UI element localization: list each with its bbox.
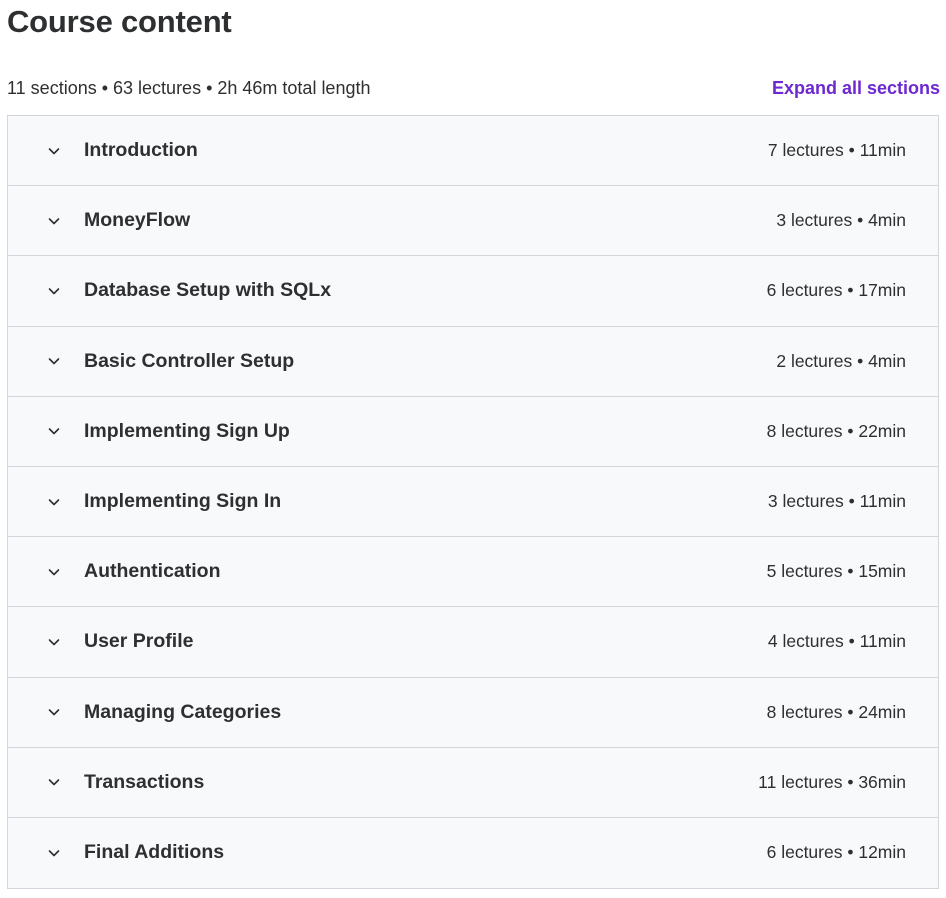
- course-summary-row: 11 sections • 63 lectures • 2h 46m total…: [7, 74, 940, 102]
- chevron-down-icon: [46, 774, 62, 790]
- chevron-down-icon: [46, 845, 62, 861]
- chevron-down-icon: [46, 143, 62, 159]
- chevron-down-icon: [46, 353, 62, 369]
- section-meta: 2 lectures • 4min: [776, 350, 906, 371]
- section-header[interactable]: MoneyFlow 3 lectures • 4min: [8, 186, 938, 257]
- section-title: Final Additions: [84, 841, 225, 864]
- section-header[interactable]: Database Setup with SQLx 6 lectures • 17m…: [8, 256, 938, 327]
- section-header[interactable]: Introduction 7 lectures • 11min: [8, 116, 938, 187]
- section-title: Transactions: [84, 770, 205, 793]
- chevron-down-icon: [46, 423, 62, 439]
- section-title: Database Setup with SQLx: [84, 279, 332, 302]
- page-title: Course content: [7, 4, 232, 39]
- chevron-down-icon: [46, 213, 62, 229]
- section-title: Basic Controller Setup: [84, 349, 295, 372]
- section-meta: 8 lectures • 24min: [766, 701, 906, 722]
- sections-list: Introduction 7 lectures • 11min MoneyFlow 3…: [7, 115, 939, 890]
- section-header[interactable]: Implementing Sign Up 8 lectures • 22min: [8, 396, 938, 467]
- section-title: User Profile: [84, 630, 194, 653]
- section-header[interactable]: Managing Categories 8 lectures • 24min: [8, 677, 938, 748]
- section-title: MoneyFlow: [84, 209, 191, 232]
- section-header[interactable]: Basic Controller Setup 2 lectures • 4min: [8, 326, 938, 397]
- section-title: Implementing Sign In: [84, 490, 282, 513]
- chevron-down-icon: [46, 634, 62, 650]
- section-meta: 6 lectures • 17min: [766, 280, 906, 301]
- chevron-down-icon: [46, 494, 62, 510]
- section-meta: 3 lectures • 11min: [767, 491, 906, 512]
- section-title: Authentication: [84, 560, 221, 583]
- section-meta: 8 lectures • 22min: [766, 420, 906, 441]
- section-header[interactable]: Transactions 11 lectures • 36min: [8, 747, 938, 818]
- section-meta: 3 lectures • 4min: [776, 210, 906, 231]
- section-header[interactable]: Authentication 5 lectures • 15min: [8, 537, 938, 608]
- chevron-down-icon: [46, 564, 62, 580]
- section-header[interactable]: User Profile 4 lectures • 11min: [8, 607, 938, 678]
- expand-all-sections-button[interactable]: Expand all sections: [772, 78, 940, 99]
- section-meta: 5 lectures • 15min: [766, 561, 906, 582]
- section-title: Implementing Sign Up: [84, 419, 290, 442]
- section-header[interactable]: Implementing Sign In 3 lectures • 11min: [8, 466, 938, 538]
- section-header[interactable]: Final Additions 6 lectures • 12min: [8, 817, 938, 889]
- section-meta: 4 lectures • 11min: [767, 631, 906, 652]
- section-title: Introduction: [84, 139, 198, 162]
- course-summary-text: 11 sections • 63 lectures • 2h 46m total…: [7, 77, 371, 98]
- chevron-down-icon: [46, 704, 62, 720]
- section-meta: 7 lectures • 11min: [767, 140, 906, 161]
- chevron-down-icon: [46, 283, 62, 299]
- section-meta: 6 lectures • 12min: [766, 842, 906, 863]
- section-title: Managing Categories: [84, 700, 282, 723]
- section-meta: 11 lectures • 36min: [758, 771, 906, 792]
